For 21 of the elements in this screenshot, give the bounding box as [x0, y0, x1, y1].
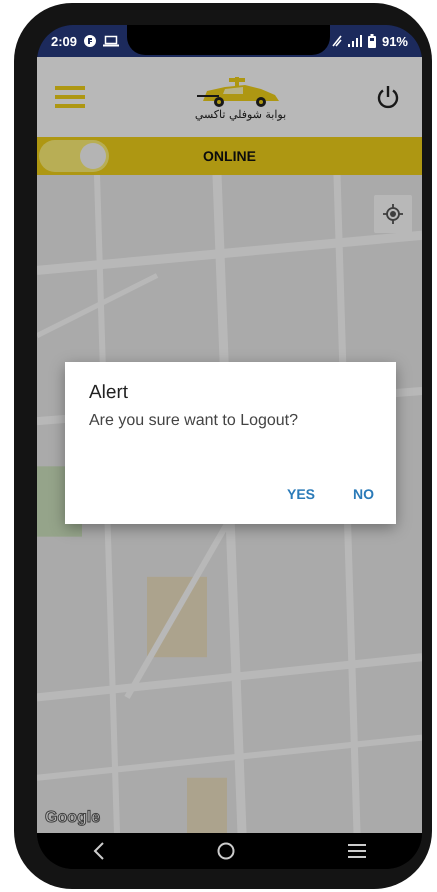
- recent-apps-icon[interactable]: [348, 843, 366, 859]
- dialog-message: Are you sure want to Logout?: [89, 412, 300, 430]
- back-icon[interactable]: [93, 842, 106, 860]
- dialog-button[interactable]: YES: [274, 482, 327, 506]
- status-label: ONLINE: [203, 148, 256, 164]
- my-location-button[interactable]: [374, 195, 412, 233]
- battery-level: 91%: [382, 34, 408, 48]
- logo-text: بوابة شوفلي تاكسي: [194, 108, 286, 120]
- app-notification-icon: [83, 34, 98, 48]
- laptop-icon: [103, 35, 120, 47]
- dialog-button[interactable]: NO: [341, 482, 386, 506]
- online-switch[interactable]: [39, 140, 109, 172]
- signal-icon: [348, 35, 362, 47]
- power-button[interactable]: [376, 85, 400, 109]
- crosshair-icon: [383, 204, 403, 224]
- home-icon[interactable]: [217, 842, 236, 860]
- dialog-title: Alert: [89, 382, 130, 404]
- map-attribution: Google: [45, 809, 100, 827]
- battery-icon: [368, 34, 376, 48]
- wifi-icon: [332, 35, 342, 47]
- clock: 2:09: [51, 34, 78, 48]
